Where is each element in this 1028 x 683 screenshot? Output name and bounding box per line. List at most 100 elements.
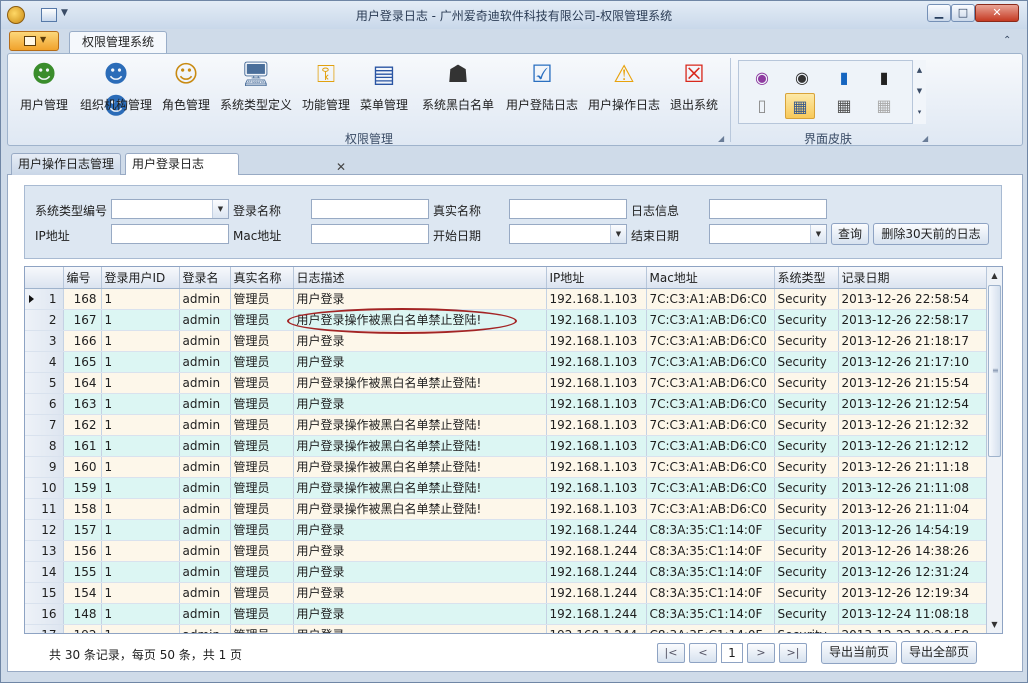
row-number-cell[interactable]: 17 — [25, 624, 64, 633]
row-number-cell[interactable]: 8 — [25, 435, 64, 457]
cell-name[interactable]: 管理员 — [230, 624, 294, 633]
cell-mac[interactable]: 7C:C3:A1:AB:D6:C0 — [646, 351, 775, 373]
cell-ip[interactable]: 192.168.1.244 — [546, 582, 647, 604]
column-header[interactable]: 日志描述 — [293, 267, 547, 289]
cell-login[interactable]: admin — [179, 351, 231, 373]
cell-name[interactable]: 管理员 — [230, 456, 294, 478]
skin-dark-icon[interactable]: ◉ — [787, 65, 817, 91]
cell-mac[interactable]: 7C:C3:A1:AB:D6:C0 — [646, 372, 775, 394]
cell-id[interactable]: 167 — [63, 309, 102, 331]
cell-mac[interactable]: C8:3A:35:C1:14:0F — [646, 582, 775, 604]
cell-mac[interactable]: 7C:C3:A1:AB:D6:C0 — [646, 393, 775, 415]
cell-mac[interactable]: C8:3A:35:C1:14:0F — [646, 603, 775, 625]
real-name-input[interactable] — [509, 199, 627, 219]
cell-desc[interactable]: 用户登录 — [293, 330, 547, 352]
cell-mac[interactable]: 7C:C3:A1:AB:D6:C0 — [646, 456, 775, 478]
cell-mac[interactable]: 7C:C3:A1:AB:D6:C0 — [646, 414, 775, 436]
cell-ip[interactable]: 192.168.1.244 — [546, 603, 647, 625]
cell-desc[interactable]: 用户登录 — [293, 561, 547, 583]
cell-date[interactable]: 2013-12-26 21:11:18 — [838, 456, 988, 478]
table-row[interactable]: 2 167 1 admin 管理员 用户登录操作被黑白名单禁止登陆! 192.168.1.1… — [25, 309, 988, 331]
table-row[interactable]: 17 1921admin管理员用户登录192.168.1.244C8:3A:35:… — [25, 624, 988, 633]
tab-operation-log[interactable]: 用户操作日志管理 — [11, 153, 121, 175]
table-row[interactable]: 8 161 1 admin 管理员 用户登录操作被黑白名单禁止登陆! 192.168.1.1… — [25, 435, 988, 457]
cell-uid[interactable]: 1 — [101, 372, 180, 394]
cell-login[interactable]: admin — [179, 561, 231, 583]
cell-uid[interactable]: 1 — [101, 519, 180, 541]
cell-name[interactable]: 管理员 — [230, 372, 294, 394]
column-header[interactable]: IP地址 — [546, 267, 647, 289]
cell-mac[interactable]: 7C:C3:A1:AB:D6:C0 — [646, 477, 775, 499]
exit-button[interactable]: ☒ 退出系统 — [666, 58, 722, 118]
skin-selected-icon[interactable]: ▦ — [785, 93, 815, 119]
cell-desc[interactable]: 用户登录 — [293, 624, 547, 633]
cell-desc[interactable]: 用户登录 — [293, 603, 547, 625]
cell-ip[interactable]: 192.168.1.103 — [546, 351, 647, 373]
cell-uid[interactable]: 1 — [101, 582, 180, 604]
log-info-input[interactable] — [709, 199, 827, 219]
cell-name[interactable]: 管理员 — [230, 309, 294, 331]
cell-login[interactable]: admin — [179, 309, 231, 331]
query-button[interactable]: 查询 — [831, 223, 869, 245]
cell-sys[interactable]: Security — [774, 393, 839, 415]
cell-ip[interactable]: 192.168.1.244 — [546, 624, 647, 633]
cell-uid[interactable]: 1 — [101, 498, 180, 520]
cell-desc[interactable]: 用户登录 — [293, 519, 547, 541]
column-header[interactable]: 真实名称 — [230, 267, 294, 289]
ribbon-collapse-icon[interactable]: ⌃ — [1003, 35, 1011, 46]
row-number-cell[interactable]: 6 — [25, 393, 64, 415]
row-number-cell[interactable]: 14 — [25, 561, 64, 583]
cell-ip[interactable]: 192.168.1.103 — [546, 393, 647, 415]
cell-desc[interactable]: 用户登录操作被黑白名单禁止登陆! — [293, 414, 547, 436]
cell-date[interactable]: 2013-12-24 11:08:18 — [838, 603, 988, 625]
cell-date[interactable]: 2013-12-26 21:18:17 — [838, 330, 988, 352]
scroll-thumb[interactable]: ≡ — [988, 285, 1001, 457]
prev-page-button[interactable]: < — [689, 643, 717, 663]
table-row[interactable]: 1 168 1 admin 管理员 用户登录 192.168.1.103 7C:C3:A1:A… — [25, 288, 988, 310]
chevron-down-icon[interactable]: ▼ — [810, 225, 826, 243]
table-row[interactable]: 11 158 1 admin 管理员 用户登录操作被黑白名单禁止登陆! 192.168.1.… — [25, 498, 988, 520]
cell-ip[interactable]: 192.168.1.103 — [546, 498, 647, 520]
close-window-button[interactable]: ✕ — [975, 4, 1019, 22]
last-page-button[interactable]: >| — [779, 643, 807, 663]
cell-sys[interactable]: Security — [774, 561, 839, 583]
cell-mac[interactable]: 7C:C3:A1:AB:D6:C0 — [646, 498, 775, 520]
cell-date[interactable]: 2013-12-26 21:11:04 — [838, 498, 988, 520]
mac-input[interactable] — [311, 224, 429, 244]
cell-date[interactable]: 2013-12-26 14:54:19 — [838, 519, 988, 541]
cell-login[interactable]: admin — [179, 414, 231, 436]
cell-sys[interactable]: Security — [774, 330, 839, 352]
cell-id[interactable]: 192 — [63, 624, 102, 633]
column-header[interactable]: 登录名 — [179, 267, 231, 289]
cell-sys[interactable]: Security — [774, 414, 839, 436]
cell-desc[interactable]: 用户登录操作被黑白名单禁止登陆! — [293, 309, 547, 331]
cell-date[interactable]: 2013-12-26 12:19:34 — [838, 582, 988, 604]
row-number-cell[interactable]: 2 — [25, 309, 64, 331]
cell-sys[interactable]: Security — [774, 603, 839, 625]
table-row[interactable]: 10 159 1 admin 管理员 用户登录操作被黑白名单禁止登陆! 192.168.1.… — [25, 477, 988, 499]
cell-sys[interactable]: Security — [774, 582, 839, 604]
cell-desc[interactable]: 用户登录操作被黑白名单禁止登陆! — [293, 477, 547, 499]
cell-sys[interactable]: Security — [774, 435, 839, 457]
cell-uid[interactable]: 1 — [101, 561, 180, 583]
cell-date[interactable]: 2013-12-26 21:11:08 — [838, 477, 988, 499]
table-row[interactable]: 7 162 1 admin 管理员 用户登录操作被黑白名单禁止登陆! 192.168.1.1… — [25, 414, 988, 436]
cell-login[interactable]: admin — [179, 288, 231, 310]
row-number-cell[interactable]: 5 — [25, 372, 64, 394]
cell-desc[interactable]: 用户登录操作被黑白名单禁止登陆! — [293, 456, 547, 478]
cell-login[interactable]: admin — [179, 393, 231, 415]
cell-date[interactable]: 2013-12-26 21:17:10 — [838, 351, 988, 373]
cell-id[interactable]: 156 — [63, 540, 102, 562]
cell-id[interactable]: 158 — [63, 498, 102, 520]
tab-permission-system[interactable]: 权限管理系统 — [69, 31, 167, 54]
row-number-cell[interactable]: 13 — [25, 540, 64, 562]
cell-ip[interactable]: 192.168.1.103 — [546, 372, 647, 394]
cell-desc[interactable]: 用户登录操作被黑白名单禁止登陆! — [293, 372, 547, 394]
cell-login[interactable]: admin — [179, 456, 231, 478]
table-row[interactable]: 9 160 1 admin 管理员 用户登录操作被黑白名单禁止登陆! 192.168.1.1… — [25, 456, 988, 478]
row-number-cell[interactable]: 15 — [25, 582, 64, 604]
cell-id[interactable]: 168 — [63, 288, 102, 310]
cell-id[interactable]: 155 — [63, 561, 102, 583]
cell-name[interactable]: 管理员 — [230, 603, 294, 625]
row-number-cell[interactable]: 16 — [25, 603, 64, 625]
